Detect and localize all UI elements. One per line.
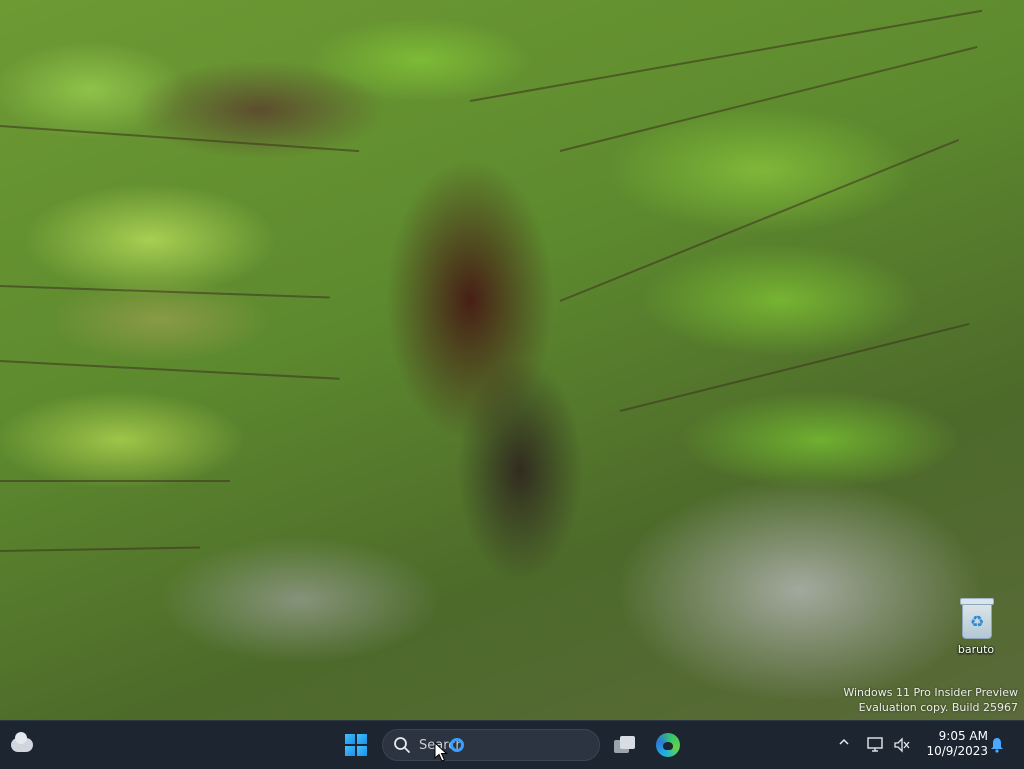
- field-boundary: [559, 46, 978, 152]
- volume-button[interactable]: [892, 733, 912, 757]
- bell-icon: [991, 738, 1003, 753]
- taskbar-search-box[interactable]: Search: [382, 729, 600, 761]
- clock-time: 9:05 AM: [938, 729, 988, 743]
- windows-logo-icon: [345, 734, 367, 756]
- windows-watermark: Windows 11 Pro Insider Preview Evaluatio…: [843, 685, 1018, 715]
- field-boundary: [0, 360, 340, 380]
- network-icon: [867, 737, 883, 752]
- network-button[interactable]: [866, 733, 886, 757]
- desktop-wallpaper: ♻ baruto Windows 11 Pro Insider Preview …: [0, 0, 1024, 720]
- weather-cloud-icon: [11, 732, 33, 752]
- mouse-cursor-icon: [434, 742, 448, 762]
- task-view-icon: [614, 736, 636, 754]
- notification-center-button[interactable]: [988, 735, 1006, 755]
- start-button[interactable]: [340, 731, 372, 759]
- field-boundary: [559, 138, 960, 302]
- field-boundary: [0, 480, 230, 482]
- edge-browser-icon: [656, 733, 680, 757]
- task-view-button[interactable]: [610, 731, 640, 759]
- chevron-up-icon: [839, 738, 849, 745]
- show-hidden-icons-button[interactable]: [834, 733, 854, 757]
- bing-search-icon: [449, 738, 464, 752]
- desktop-icon-label: baruto: [957, 643, 995, 656]
- weather-widget-button[interactable]: [8, 732, 36, 758]
- taskbar: Search 9:05 AM 10/9/2023: [0, 720, 1024, 769]
- field-boundary: [469, 9, 983, 102]
- watermark-edition: Windows 11 Pro Insider Preview: [843, 686, 1018, 699]
- taskbar-clock[interactable]: 9:05 AM 10/9/2023: [918, 729, 988, 761]
- field-boundary: [0, 285, 330, 299]
- recycle-bin-icon: ♻: [960, 598, 994, 639]
- field-boundary: [0, 546, 200, 552]
- field-boundary: [0, 125, 360, 153]
- watermark-build: Evaluation copy. Build 25967: [858, 701, 1018, 714]
- desktop-icon-recycle-bin[interactable]: ♻ baruto: [946, 596, 1006, 666]
- field-boundary: [619, 322, 970, 412]
- edge-taskbar-button[interactable]: [652, 731, 684, 759]
- clock-date: 10/9/2023: [926, 744, 988, 758]
- volume-muted-icon: [894, 737, 910, 753]
- search-icon: [394, 737, 410, 753]
